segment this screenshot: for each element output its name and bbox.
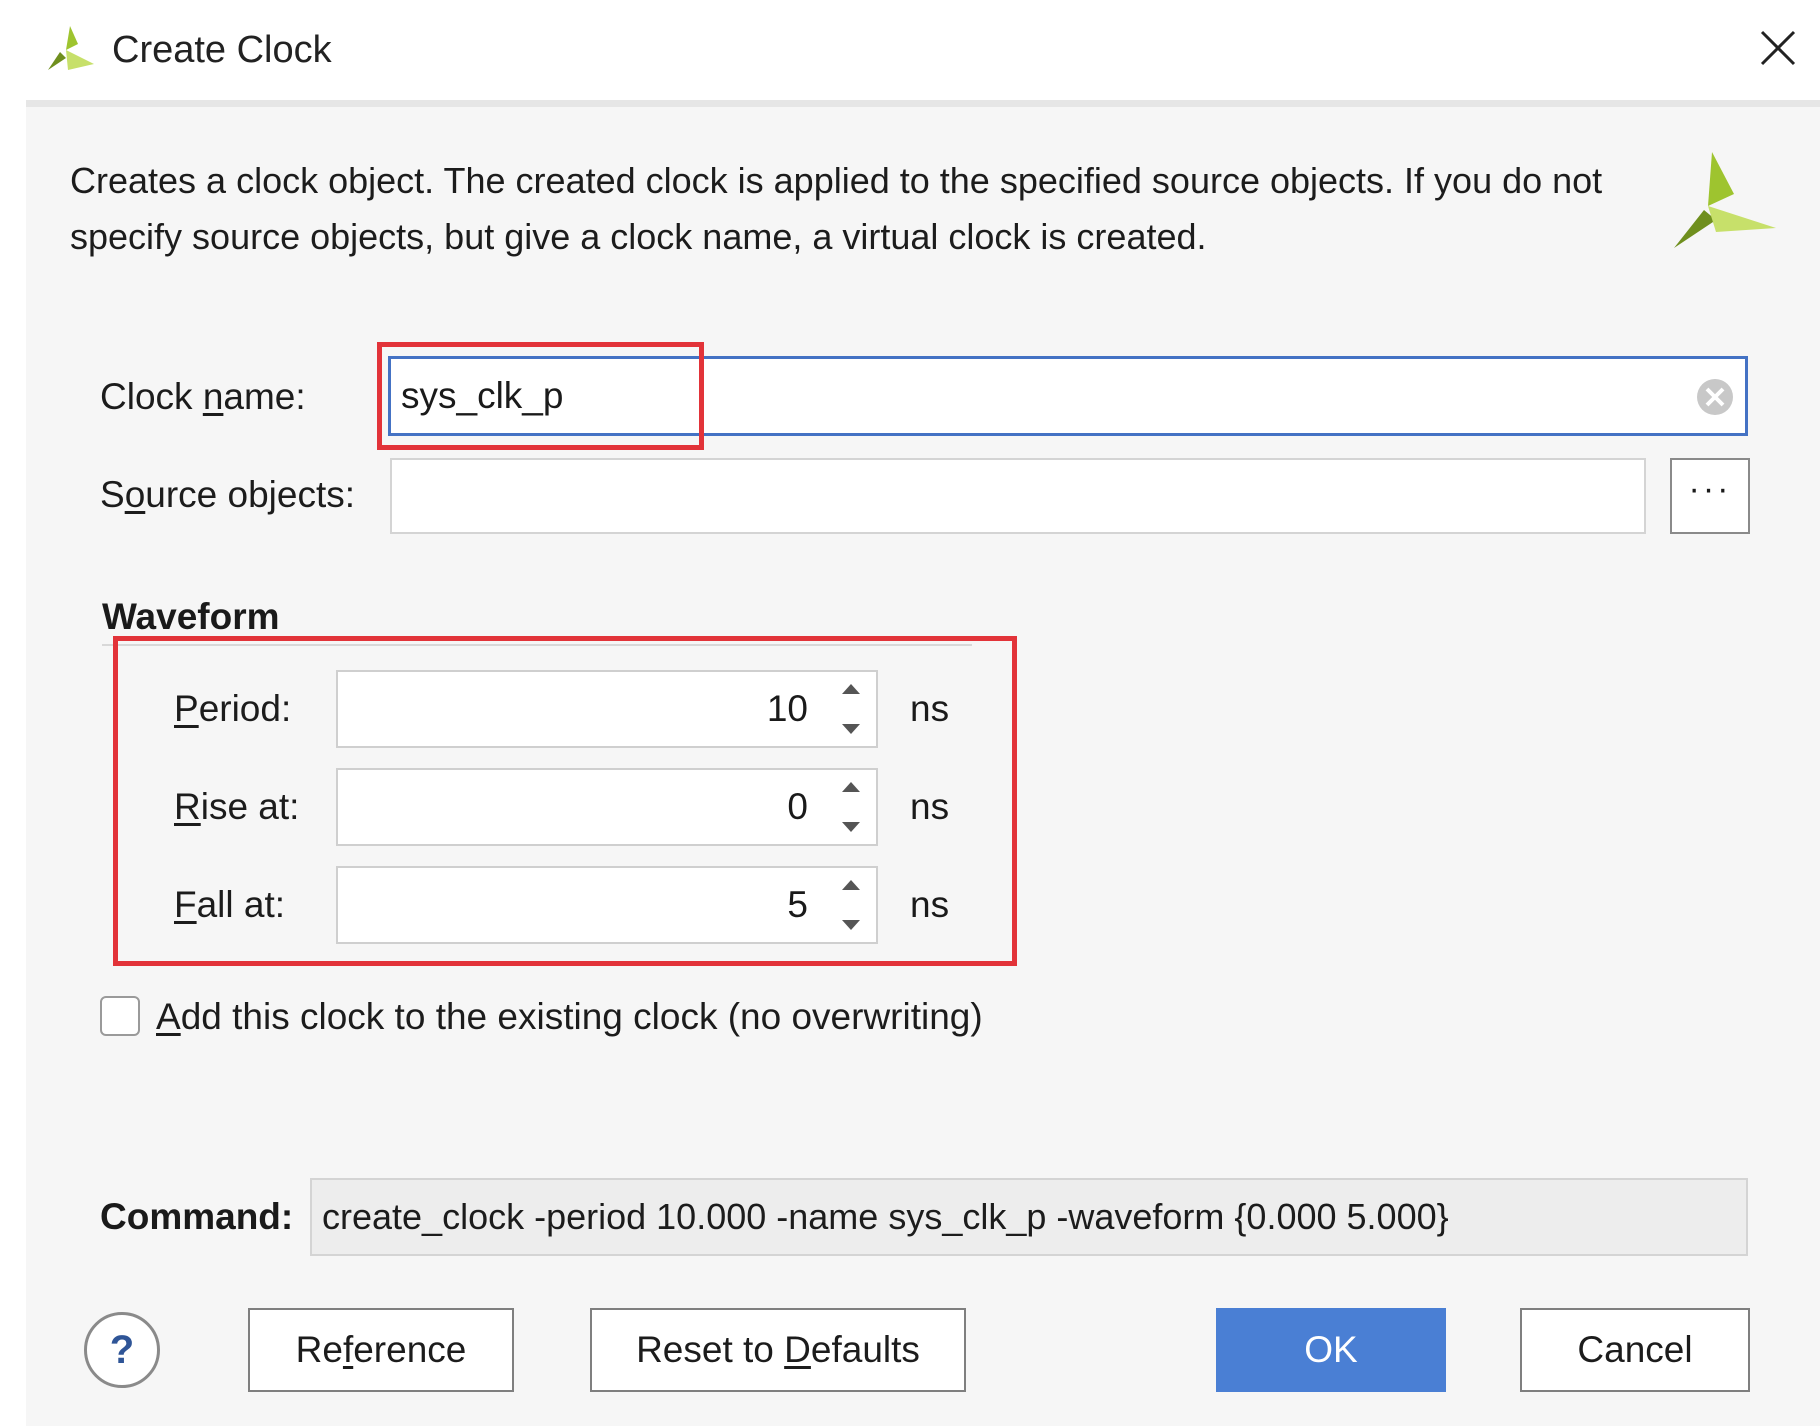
spinner-arrows-icon[interactable]: [834, 678, 868, 740]
spinner-arrows-icon[interactable]: [834, 776, 868, 838]
period-label: Period:: [174, 688, 292, 729]
dialog-description: Creates a clock object. The created cloc…: [70, 160, 1603, 257]
clock-name-value: sys_clk_p: [401, 375, 564, 416]
ok-button[interactable]: OK: [1216, 1308, 1446, 1392]
period-unit: ns: [910, 688, 950, 729]
fall-at-spinner[interactable]: 5: [336, 866, 878, 944]
spinner-arrows-icon[interactable]: [834, 874, 868, 936]
source-objects-input[interactable]: [390, 458, 1646, 534]
cancel-button[interactable]: Cancel: [1520, 1308, 1750, 1392]
title-separator: [26, 100, 1820, 107]
rise-at-value: 0: [787, 786, 808, 827]
window-title: Create Clock: [112, 29, 332, 71]
clear-input-icon[interactable]: [1694, 376, 1736, 418]
fall-at-value: 5: [787, 884, 808, 925]
source-objects-label: Source objects:: [100, 474, 356, 515]
period-spinner[interactable]: 10: [336, 670, 878, 748]
add-clock-label[interactable]: Add this clock to the existing clock (no…: [156, 994, 983, 1040]
close-icon[interactable]: [1756, 26, 1800, 70]
clock-name-label: Clock name:: [100, 376, 306, 417]
waveform-divider: [102, 644, 972, 646]
fall-at-unit: ns: [910, 884, 950, 925]
reference-button[interactable]: Reference: [248, 1308, 514, 1392]
rise-at-label: Rise at:: [174, 786, 300, 827]
command-preview: create_clock -period 10.000 -name sys_cl…: [310, 1178, 1748, 1256]
browse-source-objects-button[interactable]: ···: [1670, 458, 1750, 534]
waveform-heading: Waveform: [102, 596, 280, 637]
fall-at-label: Fall at:: [174, 884, 286, 925]
vivado-logo-large-icon: [1674, 152, 1776, 248]
rise-at-spinner[interactable]: 0: [336, 768, 878, 846]
reset-to-defaults-button[interactable]: Reset to Defaults: [590, 1308, 966, 1392]
add-clock-checkbox[interactable]: [100, 996, 140, 1036]
clock-name-input[interactable]: sys_clk_p: [388, 356, 1748, 436]
vivado-logo-icon: [48, 26, 94, 70]
rise-at-unit: ns: [910, 786, 950, 827]
help-button[interactable]: ?: [84, 1312, 160, 1388]
period-value: 10: [766, 688, 808, 729]
command-label: Command:: [100, 1196, 294, 1237]
